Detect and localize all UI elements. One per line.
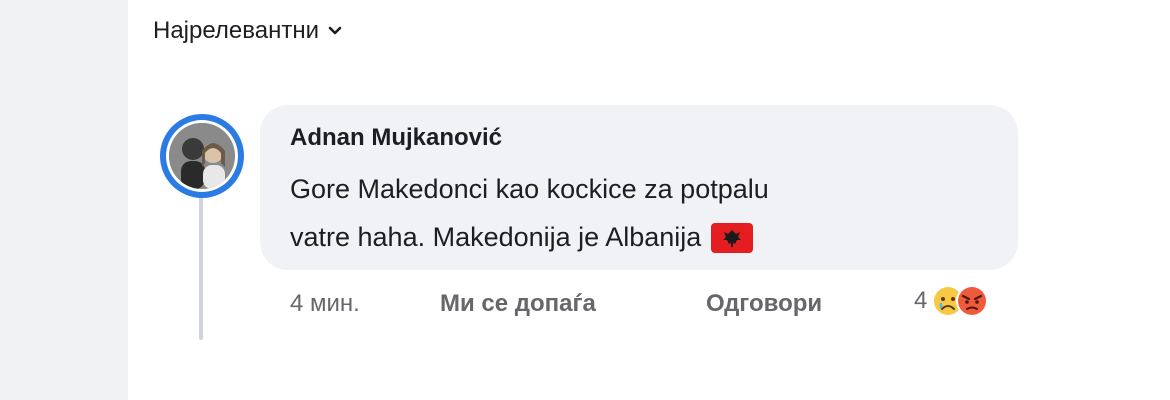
comment-text-line-2-row: vatre haha. Makedonija je Albanija (290, 222, 754, 253)
reactions-summary[interactable]: 4 (914, 284, 989, 318)
like-button[interactable]: Ми се допаѓа (440, 290, 596, 318)
comment-text-line-1: Gore Makedonci kao kockice za potpalu (290, 174, 769, 204)
avatar[interactable] (160, 114, 244, 198)
angry-icon (956, 285, 989, 317)
avatar-photo (169, 123, 235, 189)
thread-line (199, 192, 203, 340)
albania-flag-icon (711, 222, 754, 253)
sort-label: Најрелевантни (153, 17, 319, 44)
reaction-count: 4 (914, 287, 928, 314)
avatar-image (169, 123, 235, 189)
sort-dropdown[interactable]: Најрелевантни (153, 17, 343, 45)
comment-text-line-2: vatre haha. Makedonija je Albanija (290, 222, 702, 252)
reply-button[interactable]: Одговори (706, 290, 822, 318)
comment-author[interactable]: Adnan Mujkanović (290, 124, 502, 152)
chevron-down-icon (328, 26, 342, 35)
comment-time: 4 мин. (290, 290, 360, 317)
